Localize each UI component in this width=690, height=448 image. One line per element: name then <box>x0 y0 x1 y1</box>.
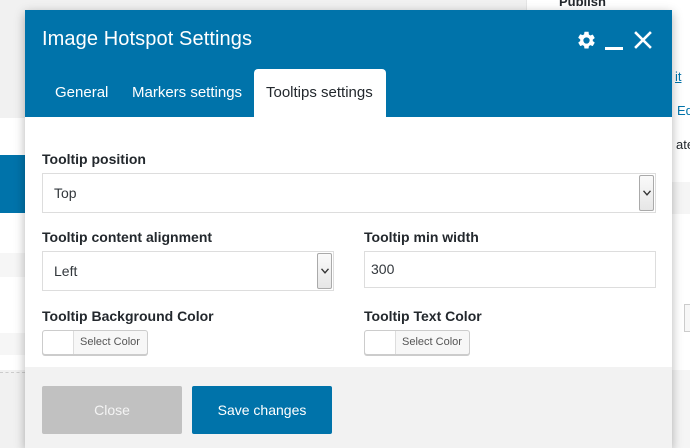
edit-link[interactable]: Ed <box>677 103 690 118</box>
edit-link[interactable]: it <box>675 69 682 84</box>
sidebar-section <box>672 370 690 448</box>
select-color-label: Select Color <box>80 336 140 348</box>
tooltip-position-value: Top <box>54 185 77 201</box>
admin-left-divider <box>0 372 25 373</box>
sidebar-select[interactable] <box>684 304 690 332</box>
tooltip-position-label: Tooltip position <box>42 151 146 167</box>
color-swatch[interactable] <box>43 331 74 354</box>
text-color-label: Tooltip Text Color <box>364 308 482 324</box>
admin-left-row <box>0 253 25 277</box>
min-width-label: Tooltip min width <box>364 229 479 245</box>
text-color-picker[interactable]: Select Color <box>364 330 470 355</box>
content-alignment-label: Tooltip content alignment <box>42 229 213 245</box>
chevron-down-icon[interactable] <box>639 175 654 211</box>
tooltip-position-select[interactable]: Top <box>42 173 656 213</box>
sidebar-text: ate <box>676 137 690 152</box>
content-alignment-select[interactable]: Left <box>42 251 334 291</box>
save-changes-button[interactable]: Save changes <box>192 386 332 434</box>
modal-header: Image Hotspot Settings General Markers s… <box>25 10 672 117</box>
settings-modal: Image Hotspot Settings General Markers s… <box>25 10 672 448</box>
admin-left-active-item <box>0 155 25 213</box>
admin-left-row <box>0 333 25 355</box>
tab-markers-settings[interactable]: Markers settings <box>132 69 242 117</box>
gear-icon[interactable] <box>576 30 597 51</box>
publish-heading: Publish <box>559 0 606 9</box>
background-color-picker[interactable]: Select Color <box>42 330 148 355</box>
tab-tooltips-settings[interactable]: Tooltips settings <box>254 69 386 117</box>
tooltips-settings-panel: Tooltip position Top Tooltip content ali… <box>25 117 672 367</box>
chevron-down-icon[interactable] <box>317 253 332 289</box>
tab-general[interactable]: General <box>55 69 108 117</box>
content-alignment-value: Left <box>54 263 78 279</box>
minimize-icon[interactable] <box>605 30 623 51</box>
color-swatch[interactable] <box>365 331 396 354</box>
modal-footer: Close Save changes <box>25 367 672 448</box>
select-color-label: Select Color <box>402 336 462 348</box>
min-width-value: 300 <box>371 261 395 277</box>
modal-title: Image Hotspot Settings <box>42 28 253 50</box>
sidebar-section <box>672 182 690 214</box>
close-icon[interactable] <box>634 31 652 49</box>
background-color-label: Tooltip Background Color <box>42 308 214 324</box>
close-button[interactable]: Close <box>42 386 182 434</box>
min-width-input[interactable]: 300 <box>364 251 656 288</box>
